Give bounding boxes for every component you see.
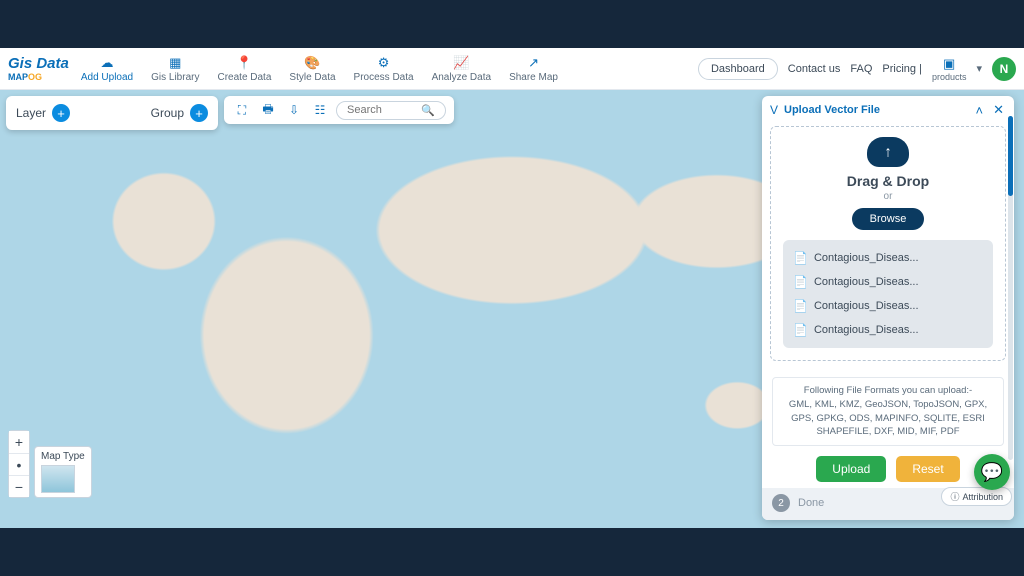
contact-link[interactable]: Contact us (788, 63, 841, 75)
attribution-chip[interactable]: ⓘAttribution (941, 487, 1012, 506)
drop-zone[interactable]: Drag & Drop or Browse 📄Contagious_Diseas… (770, 126, 1006, 361)
search-wrap: 🔍 (336, 101, 446, 120)
add-group-button[interactable]: + (190, 104, 208, 122)
map-type-thumb (41, 465, 75, 493)
map-type-label: Map Type (41, 451, 85, 462)
file-icon: 📄 (793, 275, 808, 289)
zoom-in-button[interactable]: + (9, 431, 29, 453)
info-icon: ⓘ (950, 490, 959, 503)
palette-icon: 🎨 (304, 55, 320, 71)
add-layer-button[interactable]: + (52, 104, 70, 122)
measure-icon[interactable]: ☷ (310, 100, 330, 120)
step-number-badge: 2 (772, 494, 790, 512)
pin-icon: 📍 (236, 55, 252, 71)
layer-panel: Layer + Group + (6, 96, 218, 130)
supported-formats: Following File Formats you can upload:- … (772, 377, 1004, 446)
zoom-out-button[interactable]: − (9, 475, 29, 497)
file-row[interactable]: 📄Contagious_Diseas... (783, 294, 993, 318)
search-input[interactable] (347, 104, 401, 116)
group-label: Group (151, 106, 184, 120)
zoom-control: + • − (8, 430, 30, 498)
chat-fab[interactable]: 💬 (974, 454, 1010, 490)
vector-icon: V (770, 103, 778, 117)
nav-analyze-data[interactable]: 📈Analyze Data (424, 53, 499, 85)
close-icon[interactable]: ✕ (991, 102, 1006, 118)
formats-list: GML, KML, KMZ, GeoJSON, TopoJSON, GPX, G… (781, 398, 995, 439)
map-toolbar: ⛶ 🖶 ⇩ ☷ 🔍 (224, 96, 454, 124)
reset-button[interactable]: Reset (896, 456, 959, 482)
nav-share-map[interactable]: ↗Share Map (501, 53, 566, 85)
panel-scrollbar[interactable] (1008, 116, 1013, 460)
cloud-upload-icon: ☁ (100, 55, 113, 71)
drag-drop-label: Drag & Drop (779, 173, 997, 189)
chevron-down-icon[interactable]: ▾ (976, 62, 982, 75)
nav-process-data[interactable]: ⚙Process Data (346, 53, 422, 85)
layer-label: Layer (16, 106, 46, 120)
or-label: or (779, 191, 997, 202)
step-label: Done (798, 497, 824, 509)
faq-link[interactable]: FAQ (850, 63, 872, 75)
nav-create-data[interactable]: 📍Create Data (209, 53, 279, 85)
nav-add-upload[interactable]: ☁Add Upload (73, 53, 141, 85)
file-icon: 📄 (793, 299, 808, 313)
top-bar: Gis Data MAPOG ☁Add Upload ▦Gis Library … (0, 48, 1024, 90)
upload-button[interactable]: Upload (816, 456, 886, 482)
file-row[interactable]: 📄Contagious_Diseas... (783, 270, 993, 294)
file-row[interactable]: 📄Contagious_Diseas... (783, 318, 993, 342)
file-icon: 📄 (793, 323, 808, 337)
map-type-selector[interactable]: Map Type (34, 446, 92, 498)
topbar-right: Dashboard Contact us FAQ Pricing | ▣prod… (698, 56, 1016, 82)
uploaded-file-list: 📄Contagious_Diseas... 📄Contagious_Diseas… (783, 240, 993, 348)
share-icon: ↗ (528, 55, 539, 71)
formats-title: Following File Formats you can upload:- (781, 384, 995, 398)
collapse-icon[interactable]: ˄ (974, 103, 986, 118)
print-icon[interactable]: 🖶 (258, 100, 278, 120)
upload-panel-header: V Upload Vector File ˄ ✕ (762, 96, 1014, 124)
products-menu[interactable]: ▣products (932, 56, 967, 82)
download-icon[interactable]: ⇩ (284, 100, 304, 120)
file-row[interactable]: 📄Contagious_Diseas... (783, 246, 993, 270)
nav-gis-library[interactable]: ▦Gis Library (143, 53, 207, 85)
file-icon: 📄 (793, 251, 808, 265)
brand-subtitle: MAPOG (8, 73, 69, 82)
cloud-upload-icon (867, 137, 909, 167)
map-area[interactable]: Layer + Group + ⛶ 🖶 ⇩ ☷ 🔍 + • − Map Type (0, 90, 1024, 528)
user-avatar[interactable]: N (992, 57, 1016, 81)
zoom-home-button[interactable]: • (9, 453, 29, 475)
nav-style-data[interactable]: 🎨Style Data (281, 53, 343, 85)
search-icon[interactable]: 🔍 (421, 104, 435, 117)
library-icon: ▦ (169, 55, 181, 71)
cube-icon: ▣ (943, 56, 955, 72)
brand-title: Gis Data (8, 56, 69, 71)
upload-panel: V Upload Vector File ˄ ✕ Drag & Drop or … (762, 96, 1014, 520)
browse-button[interactable]: Browse (852, 208, 925, 230)
gear-icon: ⚙ (378, 55, 390, 71)
dashboard-button[interactable]: Dashboard (698, 58, 778, 80)
brand-logo[interactable]: Gis Data MAPOG (8, 56, 69, 82)
fullscreen-icon[interactable]: ⛶ (232, 100, 252, 120)
pricing-link[interactable]: Pricing | (882, 63, 922, 75)
upload-panel-title: Upload Vector File (784, 104, 880, 116)
main-nav: ☁Add Upload ▦Gis Library 📍Create Data 🎨S… (73, 53, 566, 85)
chart-icon: 📈 (453, 55, 469, 71)
